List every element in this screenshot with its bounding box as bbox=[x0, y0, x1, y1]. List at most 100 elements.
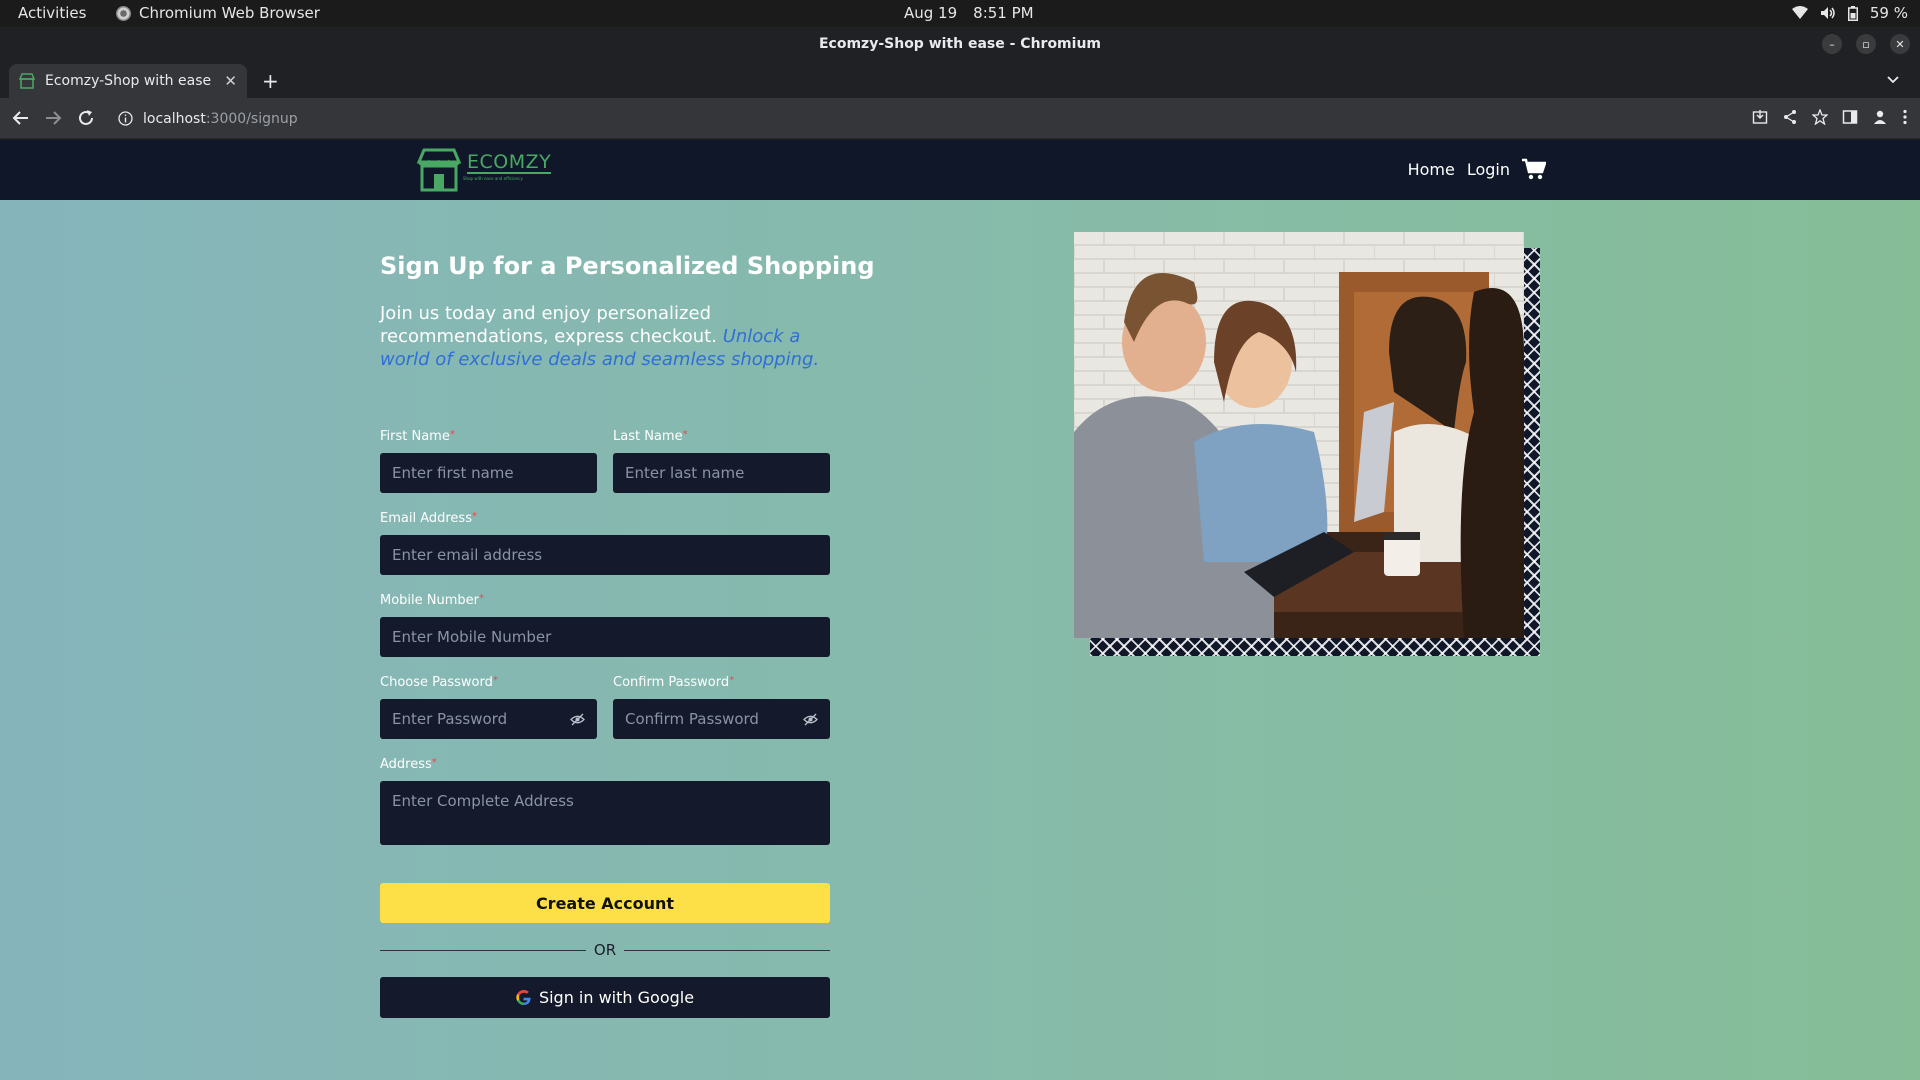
active-tab[interactable]: Ecomzy-Shop with ease ✕ bbox=[9, 64, 247, 98]
app-name: Chromium Web Browser bbox=[139, 4, 320, 22]
confirm-password-placeholder: Confirm Password bbox=[625, 710, 759, 728]
clock[interactable]: Aug 19 8:51 PM bbox=[904, 4, 1034, 22]
google-signin-button[interactable]: Sign in with Google bbox=[380, 977, 830, 1018]
ecomzy-logo[interactable]: ECOMZY Shop with ease and efficiency bbox=[415, 148, 552, 192]
window-title: Ecomzy-Shop with ease - Chromium bbox=[818, 36, 1102, 52]
photo-illustration bbox=[1074, 232, 1524, 638]
battery-level: 59 % bbox=[1869, 4, 1908, 22]
restore-button[interactable]: ▫ bbox=[1856, 34, 1876, 54]
eye-slash-icon[interactable] bbox=[803, 713, 818, 726]
last-name-label-text: Last Name bbox=[613, 429, 683, 444]
browser-toolbar: localhost:3000/signup bbox=[0, 98, 1920, 139]
store-logo-icon bbox=[416, 148, 462, 192]
address-textarea[interactable]: Enter Complete Address bbox=[380, 781, 830, 845]
google-g-icon bbox=[516, 990, 531, 1005]
hero-image-frame bbox=[1074, 232, 1540, 656]
web-page: ECOMZY Shop with ease and efficiency Hom… bbox=[0, 140, 1920, 1080]
confirm-password-input[interactable]: Confirm Password bbox=[613, 699, 830, 739]
minimize-icon: – bbox=[1829, 37, 1835, 51]
google-button-text: Sign in with Google bbox=[538, 988, 695, 1007]
tab-search-chevron-icon[interactable] bbox=[1886, 72, 1900, 86]
required-mark: * bbox=[729, 675, 735, 686]
close-window-button[interactable]: ✕ bbox=[1890, 34, 1910, 54]
activities-button[interactable]: Activities bbox=[18, 4, 86, 22]
reload-icon[interactable] bbox=[77, 109, 95, 127]
password-placeholder: Enter Password bbox=[392, 710, 508, 728]
password-label: Choose Password* bbox=[380, 675, 498, 690]
site-navbar: ECOMZY Shop with ease and efficiency Hom… bbox=[0, 140, 1920, 200]
address-label-text: Address bbox=[380, 757, 432, 772]
address-bar[interactable]: localhost:3000/signup bbox=[110, 104, 1710, 133]
required-mark: * bbox=[431, 757, 437, 768]
url-path: :3000/signup bbox=[205, 110, 298, 127]
email-label: Email Address* bbox=[380, 511, 477, 526]
browser-title-bar: Ecomzy-Shop with ease - Chromium – ▫ ✕ bbox=[0, 27, 1920, 63]
required-mark: * bbox=[479, 593, 484, 604]
required-mark: * bbox=[449, 429, 455, 440]
close-icon: ✕ bbox=[1895, 37, 1905, 51]
mobile-label: Mobile Number* bbox=[380, 593, 484, 608]
tab-title: Ecomzy-Shop with ease bbox=[45, 73, 212, 89]
nav-login-link[interactable]: Login bbox=[1467, 160, 1510, 179]
store-favicon-icon bbox=[19, 73, 35, 89]
page-subtitle: Join us today and enjoy personalized rec… bbox=[380, 302, 835, 371]
address-placeholder: Enter Complete Address bbox=[392, 792, 574, 810]
cart-icon[interactable] bbox=[1522, 158, 1546, 180]
clock-time: 8:51 PM bbox=[973, 4, 1034, 22]
side-panel-icon[interactable] bbox=[1842, 109, 1858, 125]
tab-strip: Ecomzy-Shop with ease ✕ + bbox=[0, 63, 1920, 98]
page-title: Sign Up for a Personalized Shopping bbox=[380, 252, 875, 280]
password-input[interactable]: Enter Password bbox=[380, 699, 597, 739]
url-host: localhost bbox=[143, 110, 206, 127]
kebab-menu-icon[interactable] bbox=[1902, 109, 1908, 125]
clock-date: Aug 19 bbox=[904, 4, 958, 22]
last-name-input[interactable]: Enter last name bbox=[613, 453, 830, 493]
divider-line bbox=[380, 949, 586, 951]
last-name-placeholder: Enter last name bbox=[625, 464, 745, 482]
nav-home-link[interactable]: Home bbox=[1408, 160, 1455, 179]
logo-tagline: Shop with ease and efficiency bbox=[463, 176, 523, 181]
or-divider: OR bbox=[380, 940, 831, 960]
email-label-text: Email Address bbox=[380, 511, 472, 526]
minimize-button[interactable]: – bbox=[1822, 34, 1842, 54]
friends-shopping-photo bbox=[1074, 232, 1524, 638]
share-icon[interactable] bbox=[1782, 109, 1798, 125]
battery-icon bbox=[1847, 5, 1858, 21]
back-arrow-icon[interactable] bbox=[12, 109, 30, 127]
divider-line bbox=[624, 949, 831, 951]
or-text: OR bbox=[593, 941, 617, 959]
confirm-password-label: Confirm Password* bbox=[613, 675, 734, 690]
mobile-input[interactable]: Enter Mobile Number bbox=[380, 617, 830, 657]
app-menu[interactable]: Chromium Web Browser bbox=[116, 4, 320, 22]
first-name-label: First Name* bbox=[380, 429, 455, 444]
restore-icon: ▫ bbox=[1862, 37, 1870, 51]
create-account-button[interactable]: Create Account bbox=[380, 883, 830, 923]
subtitle-text: Join us today and enjoy personalized rec… bbox=[380, 303, 717, 347]
first-name-placeholder: Enter first name bbox=[392, 464, 514, 482]
wifi-icon bbox=[1791, 6, 1808, 19]
email-input[interactable]: Enter email address bbox=[380, 535, 830, 575]
bookmark-star-icon[interactable] bbox=[1812, 109, 1828, 125]
site-info-icon[interactable] bbox=[118, 111, 133, 126]
new-tab-icon[interactable]: + bbox=[262, 69, 279, 93]
required-mark: * bbox=[492, 675, 498, 686]
logo-text: ECOMZY bbox=[467, 151, 552, 174]
email-placeholder: Enter email address bbox=[392, 546, 543, 564]
eye-slash-icon[interactable] bbox=[570, 713, 585, 726]
install-app-icon[interactable] bbox=[1752, 109, 1768, 125]
os-top-bar: Activities Chromium Web Browser Aug 19 8… bbox=[0, 0, 1920, 27]
tab-close-icon[interactable]: ✕ bbox=[224, 72, 237, 90]
first-name-label-text: First Name bbox=[380, 429, 450, 444]
system-tray[interactable]: 59 % bbox=[1791, 4, 1908, 22]
confirm-password-label-text: Confirm Password bbox=[613, 675, 730, 690]
chromium-icon bbox=[116, 5, 131, 21]
address-label: Address* bbox=[380, 757, 437, 772]
volume-icon bbox=[1820, 7, 1835, 19]
profile-icon[interactable] bbox=[1872, 109, 1888, 125]
first-name-input[interactable]: Enter first name bbox=[380, 453, 597, 493]
forward-arrow-icon[interactable] bbox=[44, 109, 62, 127]
password-label-text: Choose Password bbox=[380, 675, 493, 690]
required-mark: * bbox=[682, 429, 688, 440]
mobile-placeholder: Enter Mobile Number bbox=[392, 628, 552, 646]
last-name-label: Last Name* bbox=[613, 429, 688, 444]
